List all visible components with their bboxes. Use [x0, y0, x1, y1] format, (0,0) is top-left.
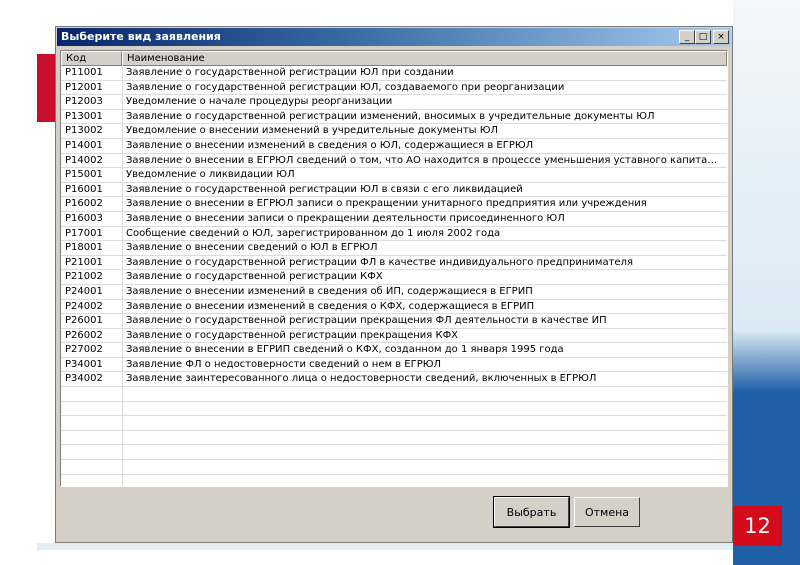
list-item-code: P16003: [65, 212, 103, 224]
list-item-name: Заявление о внесении в ЕГРЮЛ записи о пр…: [126, 198, 647, 210]
list-item-name: Заявление о внесении в ЕГРИП сведений о …: [126, 344, 564, 356]
list-item[interactable]: P34002 Заявление заинтересованного лица о…: [61, 372, 727, 388]
list-item[interactable]: P15001 Уведомление о ликвидации ЮЛ: [61, 168, 727, 183]
list-item[interactable]: P14001 Заявление о внесении изменений в с…: [61, 139, 727, 154]
list-item[interactable]: P26001 Заявление о государственной регист…: [61, 314, 727, 329]
minimize-button[interactable]: _: [679, 30, 695, 44]
list-item-code: P26002: [65, 329, 103, 341]
slide-background-blue: [733, 0, 800, 565]
list-item-name: Заявление о внесении в ЕГРЮЛ сведений о …: [126, 154, 721, 166]
list-item-name: Заявление о внесении записи о прекращени…: [126, 212, 565, 224]
list-item-code: P26001: [65, 315, 103, 327]
list-item-name: Заявление о государственной регистрации …: [126, 81, 565, 93]
list-item-name: Заявление о внесении изменений в сведени…: [126, 285, 533, 297]
list-item[interactable]: P17001 Сообщение сведений о ЮЛ, зарегистр…: [61, 227, 727, 242]
list-header: Код Наименование: [61, 51, 727, 66]
list-item-code: P16001: [65, 183, 103, 195]
list-item[interactable]: P16003 Заявление о внесении записи о прек…: [61, 212, 727, 227]
window-controls: _ □ ×: [679, 30, 729, 44]
list-item-code: P17001: [65, 227, 103, 239]
close-button[interactable]: ×: [713, 30, 729, 44]
list-item-name: Уведомление о ликвидации ЮЛ: [126, 169, 295, 181]
cancel-button[interactable]: Отмена: [574, 497, 640, 527]
list-item-code: P13001: [65, 110, 103, 122]
list-item[interactable]: P21002 Заявление о государственной регист…: [61, 270, 727, 285]
list-item-name: Заявление о государственной регистрации …: [126, 110, 655, 122]
list-item[interactable]: P24001 Заявление о внесении изменений в с…: [61, 285, 727, 300]
slide-bottom-strip: [37, 543, 733, 550]
list-item[interactable]: P12001 Заявление о государственной регист…: [61, 81, 727, 96]
list-item[interactable]: [61, 431, 727, 446]
list-item[interactable]: P14002 Заявление о внесении в ЕГРЮЛ сведе…: [61, 154, 727, 169]
list-item[interactable]: P27002 Заявление о внесении в ЕГРИП сведе…: [61, 343, 727, 358]
list-item-code: P27002: [65, 344, 103, 356]
list-item-name: Заявление о государственной регистрации …: [126, 256, 633, 268]
list-item-name: Сообщение сведений о ЮЛ, зарегистрирован…: [126, 227, 501, 239]
list-item-name: Заявление о внесении изменений в сведени…: [126, 300, 535, 312]
list-item[interactable]: P16002 Заявление о внесении в ЕГРЮЛ запис…: [61, 197, 727, 212]
list-item[interactable]: P21001 Заявление о государственной регист…: [61, 256, 727, 271]
list-item[interactable]: P26002 Заявление о государственной регист…: [61, 329, 727, 344]
list-item-code: P21002: [65, 271, 103, 283]
list-item-code: P34001: [65, 358, 103, 370]
list-item-name: Заявление о государственной регистрации …: [126, 329, 459, 341]
maximize-button[interactable]: □: [695, 30, 711, 44]
list-item[interactable]: [61, 445, 727, 461]
list-item-code: P24002: [65, 300, 103, 312]
column-header-name[interactable]: Наименование: [122, 51, 727, 66]
list-item-code: P16002: [65, 198, 103, 210]
list-item-name: Заявление о внесении изменений в сведени…: [126, 139, 534, 151]
list-item-code: P21001: [65, 256, 103, 268]
list-item[interactable]: [61, 416, 727, 431]
column-header-code[interactable]: Код: [61, 51, 122, 66]
list-item[interactable]: P16001 Заявление о государственной регист…: [61, 183, 727, 198]
list-item-name: Заявление о государственной регистрации …: [126, 183, 523, 195]
list-item-name: Заявление ФЛ о недостоверности сведений …: [126, 358, 442, 370]
select-button[interactable]: Выбрать: [493, 496, 570, 528]
list-item[interactable]: P18001 Заявление о внесении сведений о ЮЛ…: [61, 241, 727, 256]
list-item[interactable]: P24002 Заявление о внесении изменений в с…: [61, 300, 727, 315]
application-type-list[interactable]: Код Наименование P11001 Заявление о госуд…: [60, 50, 728, 487]
list-item[interactable]: P13001 Заявление о государственной регист…: [61, 110, 727, 125]
list-item-name: Заявление о внесении сведений о ЮЛ в ЕГР…: [126, 242, 378, 254]
list-item[interactable]: P12003 Уведомление о начале процедуры рео…: [61, 95, 727, 110]
list-item-code: P24001: [65, 285, 103, 297]
slide-page-number: 12: [733, 506, 782, 546]
list-item[interactable]: [61, 460, 727, 475]
list-item[interactable]: [61, 475, 727, 486]
select-application-dialog: Выберите вид заявления _ □ × Код Наимено…: [55, 26, 733, 543]
dialog-titlebar[interactable]: Выберите вид заявления _ □ ×: [57, 28, 731, 46]
list-item-code: P13002: [65, 125, 103, 137]
list-item-code: P15001: [65, 169, 103, 181]
list-item[interactable]: [61, 387, 727, 402]
list-item-name: Уведомление о внесении изменений в учред…: [126, 125, 499, 137]
dialog-title: Выберите вид заявления: [61, 30, 221, 43]
list-item[interactable]: [61, 402, 727, 417]
list-item-name: Уведомление о начале процедуры реорганиз…: [126, 96, 393, 108]
list-item[interactable]: P34001 Заявление ФЛ о недостоверности све…: [61, 358, 727, 373]
list-item-name: Заявление заинтересованного лица о недос…: [126, 373, 597, 385]
list-item[interactable]: P11001 Заявление о государственной регист…: [61, 66, 727, 81]
list-item[interactable]: P13002 Уведомление о внесении изменений в…: [61, 124, 727, 139]
list-item-name: Заявление о государственной регистрации …: [126, 67, 454, 78]
list-item-code: P11001: [65, 67, 103, 78]
list-item-name: Заявление о государственной регистрации …: [126, 271, 383, 283]
list-item-code: P12003: [65, 96, 103, 108]
list-rows: P11001 Заявление о государственной регист…: [61, 66, 727, 486]
list-item-code: P14002: [65, 154, 103, 166]
list-item-code: P18001: [65, 242, 103, 254]
list-item-name: Заявление о государственной регистрации …: [126, 315, 607, 327]
list-item-code: P14001: [65, 139, 103, 151]
list-item-code: P12001: [65, 81, 103, 93]
list-item-code: P34002: [65, 373, 103, 385]
